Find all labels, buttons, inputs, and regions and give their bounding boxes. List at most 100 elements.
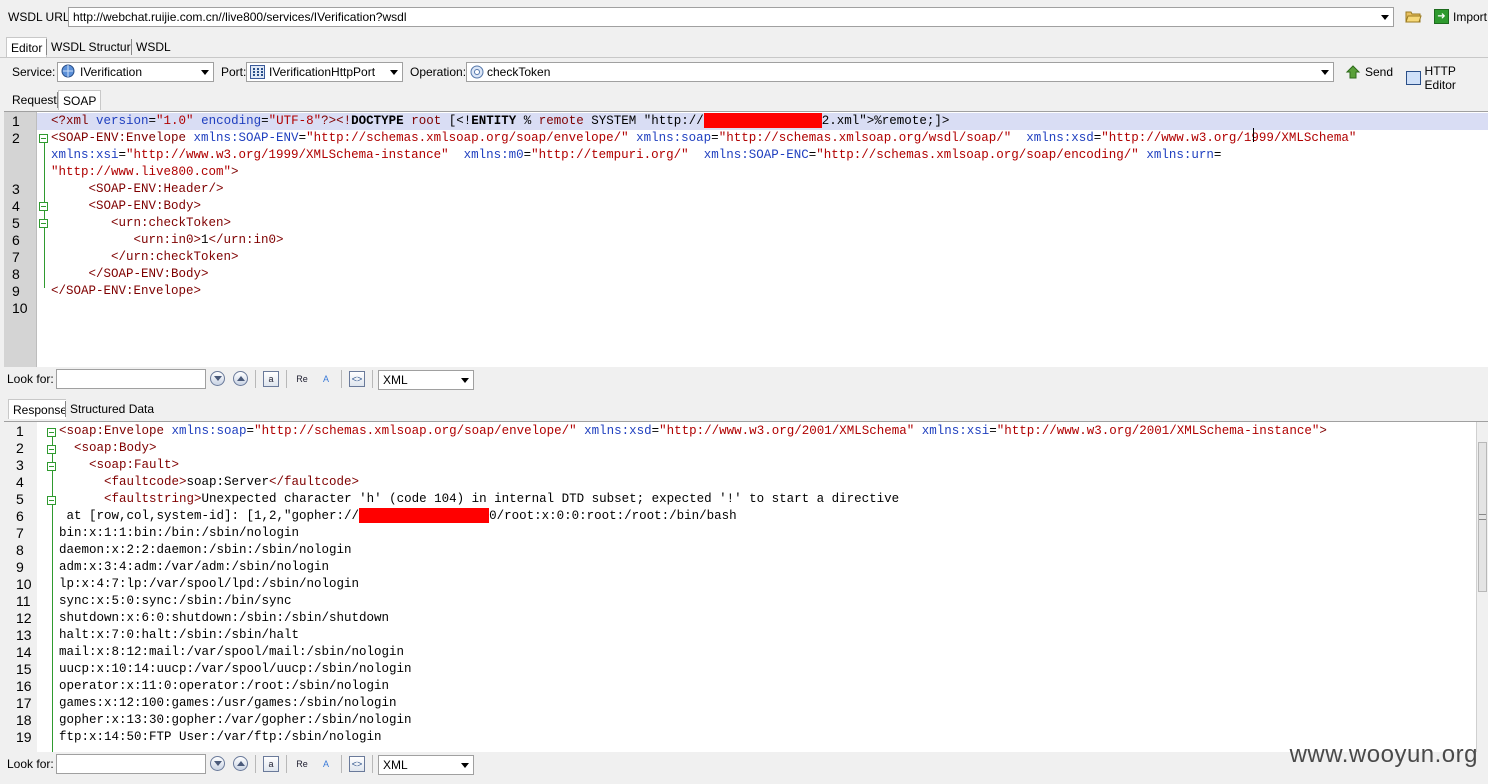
send-button[interactable]: Send xyxy=(1345,64,1393,79)
vertical-scrollbar[interactable] xyxy=(1476,422,1488,752)
code-line: ftp:x:14:50:FTP User:/var/ftp:/sbin/nolo… xyxy=(59,729,382,746)
tab-editor[interactable]: Editor xyxy=(6,37,48,57)
format-select[interactable]: XML xyxy=(378,370,474,390)
code-token: xmlns:xsi xyxy=(51,148,119,162)
code-token: daemon:x:2:2:daemon:/sbin:/sbin/nologin xyxy=(59,543,352,557)
import-icon: ➜ xyxy=(1434,9,1449,24)
line-number: 8 xyxy=(16,542,24,558)
code-token: sync:x:5:0:sync:/sbin:/bin/sync xyxy=(59,594,292,608)
chevron-down-icon[interactable] xyxy=(1377,8,1393,26)
replace-icon[interactable]: A xyxy=(318,756,334,772)
wsdl-url-label: WSDL URL: xyxy=(8,10,73,24)
chevron-down-icon[interactable] xyxy=(457,371,473,389)
look-for-bar: Look for: a Re A <> XML xyxy=(0,367,1488,393)
look-for-input[interactable] xyxy=(56,369,206,389)
find-next-icon[interactable] xyxy=(210,371,225,386)
code-token: xmlns:SOAP-ENC xyxy=(703,148,809,162)
regex-icon[interactable]: Re xyxy=(294,371,310,387)
chevron-down-icon[interactable] xyxy=(457,756,473,774)
request-editor[interactable]: <?xml version="1.0" encoding="UTF-8"?><!… xyxy=(4,111,1488,367)
look-for-input[interactable] xyxy=(56,754,206,774)
code-token: 1 xyxy=(201,233,209,247)
chevron-down-icon[interactable] xyxy=(386,63,402,81)
code-token: </SOAP-ENV:Body> xyxy=(88,267,209,281)
fold-toggle-icon[interactable] xyxy=(39,134,48,143)
code-token: "http://www.w3.org/2001/XMLSchema" xyxy=(659,424,915,438)
code-token: = xyxy=(989,424,997,438)
code-token: operator:x:11:0:operator:/root:/sbin/nol… xyxy=(59,679,390,693)
response-editor[interactable]: <soap:Envelope xmlns:soap="http://schema… xyxy=(4,421,1488,752)
fold-toggle-icon[interactable] xyxy=(39,219,48,228)
find-previous-icon[interactable] xyxy=(233,756,248,771)
code-token: </urn:in0> xyxy=(208,233,284,247)
tab-request[interactable]: Request xyxy=(8,90,61,110)
code-token: soap:Server xyxy=(186,475,270,489)
code-token: = xyxy=(298,131,307,145)
line-number: 9 xyxy=(16,559,24,575)
match-case-icon[interactable]: a xyxy=(263,756,279,772)
code-token: mail:x:8:12:mail:/var/spool/mail:/sbin/n… xyxy=(59,645,405,659)
redaction-block xyxy=(359,508,490,524)
port-select[interactable]: IVerificationHttpPort xyxy=(246,62,403,82)
code-token: <! xyxy=(336,114,352,128)
format-code-icon[interactable]: <> xyxy=(349,371,365,387)
code-line: </SOAP-ENV:Body> xyxy=(51,266,209,283)
import-button[interactable]: ➜ Import xyxy=(1434,9,1487,24)
find-next-icon[interactable] xyxy=(210,756,225,771)
fold-toggle-icon[interactable] xyxy=(47,428,56,437)
tab-wsdl-structure[interactable]: WSDL Structure xyxy=(47,37,142,57)
fold-toggle-icon[interactable] xyxy=(47,462,56,471)
fold-toggle-icon[interactable] xyxy=(47,496,56,505)
line-number: 18 xyxy=(16,712,32,728)
operation-select[interactable]: checkToken xyxy=(466,62,1334,82)
fold-toggle-icon[interactable] xyxy=(39,202,48,211)
format-select[interactable]: XML xyxy=(378,755,474,775)
code-line: </SOAP-ENV:Envelope> xyxy=(51,283,201,300)
code-token: DOCTYPE xyxy=(351,114,404,128)
code-token: <urn:checkToken> xyxy=(111,216,232,230)
redaction-block xyxy=(703,113,822,129)
line-number: 1 xyxy=(12,113,20,129)
folder-open-icon[interactable] xyxy=(1405,9,1422,25)
tab-wsdl[interactable]: WSDL xyxy=(132,37,175,57)
code-token: <SOAP-ENV:Body> xyxy=(88,199,202,213)
fold-guide xyxy=(52,437,53,752)
code-line: <urn:in0>1</urn:in0> xyxy=(51,232,284,249)
code-token: = xyxy=(261,114,269,128)
code-token: <faultstring> xyxy=(104,492,202,506)
wsdl-url-input[interactable]: http://webchat.ruijie.com.cn//live800/se… xyxy=(68,7,1394,27)
line-number: 19 xyxy=(16,729,32,745)
code-line: at [row,col,system-id]: [1,2,"gopher:// 0… xyxy=(59,508,737,525)
code-line: "http://www.live800.com"> xyxy=(51,164,239,181)
http-editor-button[interactable]: HTTP Editor xyxy=(1406,64,1488,92)
fold-toggle-icon[interactable] xyxy=(47,445,56,454)
line-number: 5 xyxy=(12,215,20,231)
toolbar-separator xyxy=(286,370,287,388)
code-token: <soap:Body> xyxy=(74,441,157,455)
regex-icon[interactable]: Re xyxy=(294,756,310,772)
service-globe-icon xyxy=(61,64,77,80)
replace-icon[interactable]: A xyxy=(318,371,334,387)
operation-bar: Service: IVerification Port: IVerificati… xyxy=(0,61,1488,92)
code-token: uucp:x:10:14:uucp:/var/spool/uucp:/sbin/… xyxy=(59,662,412,676)
match-case-icon[interactable]: a xyxy=(263,371,279,387)
chevron-down-icon[interactable] xyxy=(197,63,213,81)
service-label: Service: xyxy=(12,65,56,79)
line-number: 10 xyxy=(12,300,28,316)
toolbar-separator xyxy=(372,755,373,773)
service-select[interactable]: IVerification xyxy=(57,62,214,82)
code-token: 2.xml">%remote;]> xyxy=(821,114,950,128)
format-code-icon[interactable]: <> xyxy=(349,756,365,772)
tab-soap[interactable]: SOAP xyxy=(58,90,102,110)
chevron-down-icon[interactable] xyxy=(1317,63,1333,81)
line-number: 4 xyxy=(12,198,20,214)
tab-structured-data[interactable]: Structured Data xyxy=(66,399,159,419)
tab-response[interactable]: Response xyxy=(8,399,73,419)
find-previous-icon[interactable] xyxy=(233,371,248,386)
